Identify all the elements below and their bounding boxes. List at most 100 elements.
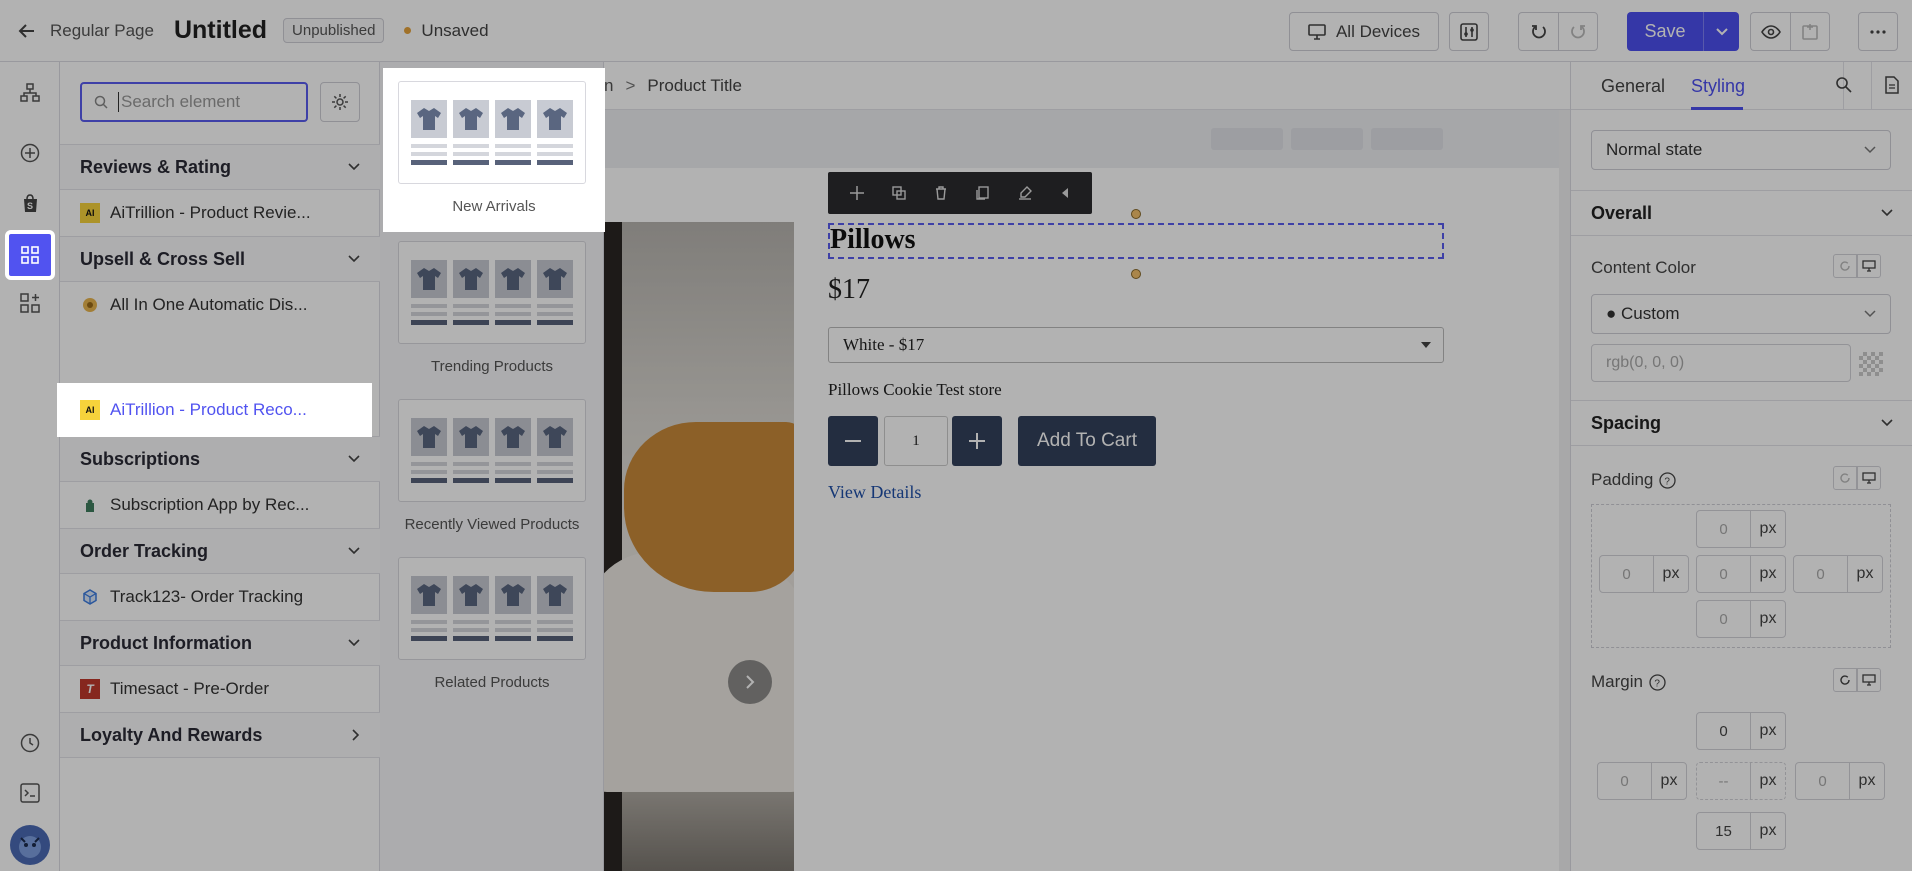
add-to-cart-button[interactable]: Add To Cart: [1018, 416, 1156, 466]
breadcrumb-prev[interactable]: n: [604, 76, 613, 96]
more-icon: [1870, 29, 1886, 34]
help-icon[interactable]: ?: [1649, 673, 1666, 691]
apps-icon[interactable]: [5, 230, 55, 280]
padding-right-input[interactable]: 0 px: [1793, 555, 1883, 593]
category-reviews-rating[interactable]: Reviews & Rating: [60, 144, 380, 190]
reset-icon[interactable]: [1833, 466, 1857, 490]
transparency-swatch-icon[interactable]: [1859, 352, 1883, 376]
chevron-down-icon: [348, 163, 360, 171]
padding-left-input[interactable]: 0 px: [1599, 555, 1689, 593]
view-details-link[interactable]: View Details: [828, 482, 921, 503]
chevron-down-icon: [1715, 27, 1728, 35]
trash-icon[interactable]: [934, 186, 948, 200]
shirt-icon: [495, 100, 531, 165]
devices-button[interactable]: All Devices: [1289, 12, 1439, 51]
page-title[interactable]: Untitled: [174, 16, 267, 45]
device-monitor-icon[interactable]: [1857, 668, 1881, 692]
publish-button[interactable]: [1790, 12, 1830, 51]
discount-app-logo-icon: [80, 295, 100, 315]
save-button[interactable]: Save: [1627, 12, 1703, 51]
device-monitor-icon[interactable]: [1857, 466, 1881, 490]
margin-all-input[interactable]: -- px: [1696, 762, 1786, 800]
avatar[interactable]: [10, 825, 50, 865]
carousel-next-button[interactable]: [728, 660, 772, 704]
category-loyalty-rewards[interactable]: Loyalty And Rewards: [60, 712, 380, 758]
style-brush-icon[interactable]: [1018, 186, 1032, 200]
template-recently-viewed-products[interactable]: Recently Viewed Products: [398, 399, 586, 533]
undo-button[interactable]: [1518, 12, 1558, 51]
widgets-icon[interactable]: [15, 288, 45, 318]
aitrillion-logo-icon: AI: [80, 203, 100, 223]
shirt-icon: [453, 418, 489, 483]
element-aitrillion-product-recommendations[interactable]: AI AiTrillion - Product Reco...: [58, 384, 371, 436]
template-new-arrivals[interactable]: New Arrivals: [383, 68, 605, 232]
document-icon[interactable]: [1884, 76, 1900, 94]
help-icon[interactable]: ?: [1659, 471, 1677, 489]
history-icon[interactable]: [15, 728, 45, 758]
variant-select[interactable]: White - $17: [828, 327, 1444, 363]
layers-icon[interactable]: [15, 78, 45, 108]
margin-left-input[interactable]: 0 px: [1597, 762, 1687, 800]
element-timesact-pre-order[interactable]: T Timesact - Pre-Order: [60, 666, 380, 712]
padding-all-input[interactable]: 0 px: [1696, 555, 1786, 593]
category-order-tracking[interactable]: Order Tracking: [60, 528, 380, 574]
shirt-icon: [495, 418, 531, 483]
element-track123[interactable]: Track123- Order Tracking: [60, 574, 380, 620]
template-trending-products[interactable]: Trending Products: [398, 241, 586, 375]
section-overall[interactable]: Overall: [1571, 190, 1912, 236]
search-input[interactable]: Search element: [80, 82, 308, 122]
section-spacing[interactable]: Spacing: [1571, 400, 1912, 446]
reset-icon[interactable]: [1833, 668, 1857, 692]
minus-icon: [845, 440, 861, 442]
device-monitor-icon[interactable]: [1857, 254, 1881, 278]
redo-button[interactable]: [1558, 12, 1598, 51]
element-all-in-one-automatic-discounts[interactable]: All In One Automatic Dis...: [60, 282, 380, 328]
move-icon[interactable]: [850, 186, 864, 200]
category-upsell-cross-sell[interactable]: Upsell & Cross Sell: [60, 236, 380, 282]
product-vendor[interactable]: Pillows Cookie Test store: [828, 380, 1002, 400]
template-name: Trending Products: [430, 358, 553, 375]
resize-handle-top[interactable]: [1131, 209, 1141, 219]
tab-styling[interactable]: Styling: [1691, 76, 1745, 97]
search-icon[interactable]: [1835, 76, 1853, 94]
duplicate-icon[interactable]: [892, 186, 906, 200]
save-options-button[interactable]: [1703, 12, 1739, 51]
tab-general[interactable]: General: [1601, 76, 1665, 97]
category-label: Subscriptions: [80, 448, 201, 469]
chevron-down-icon: [1864, 310, 1876, 318]
nav-placeholder: [1371, 128, 1443, 150]
canvas-scrollbar[interactable]: [1559, 110, 1570, 871]
more-button[interactable]: [1858, 12, 1898, 51]
element-settings-button[interactable]: [320, 82, 360, 122]
product-title[interactable]: Pillows: [828, 223, 1444, 259]
code-icon[interactable]: [15, 778, 45, 808]
quantity-input[interactable]: 1: [884, 416, 948, 466]
preview-button[interactable]: [1750, 12, 1790, 51]
margin-right-input[interactable]: 0 px: [1795, 762, 1885, 800]
caret-left-icon[interactable]: [1060, 187, 1070, 199]
product-image[interactable]: [604, 222, 794, 871]
resize-handle-bottom[interactable]: [1131, 269, 1141, 279]
margin-bottom-input[interactable]: 15 px: [1696, 812, 1786, 850]
product-price[interactable]: $17: [828, 274, 870, 306]
state-select[interactable]: Normal state: [1591, 130, 1891, 170]
copy-icon[interactable]: [976, 186, 990, 200]
quantity-decrease-button[interactable]: [828, 416, 878, 466]
back-link[interactable]: Regular Page: [18, 21, 154, 41]
element-subscription-app[interactable]: Subscription App by Rec...: [60, 482, 380, 528]
padding-top-input[interactable]: 0 px: [1696, 510, 1786, 548]
template-related-products[interactable]: Related Products: [398, 557, 586, 691]
breadcrumb-separator-icon: >: [625, 75, 636, 95]
settings-sliders-button[interactable]: [1449, 12, 1489, 51]
padding-bottom-input[interactable]: 0 px: [1696, 600, 1786, 638]
quantity-increase-button[interactable]: [952, 416, 1002, 466]
shopify-icon[interactable]: S: [15, 188, 45, 218]
category-product-information[interactable]: Product Information: [60, 620, 380, 666]
content-color-select[interactable]: ● Custom: [1591, 294, 1891, 334]
category-subscriptions[interactable]: Subscriptions: [60, 436, 380, 482]
margin-top-input[interactable]: 0 px: [1696, 712, 1786, 750]
add-icon[interactable]: [15, 138, 45, 168]
reset-icon[interactable]: [1833, 254, 1857, 278]
element-aitrillion-product-reviews[interactable]: AI AiTrillion - Product Revie...: [60, 190, 380, 236]
color-value-input[interactable]: rgb(0, 0, 0): [1591, 344, 1851, 382]
